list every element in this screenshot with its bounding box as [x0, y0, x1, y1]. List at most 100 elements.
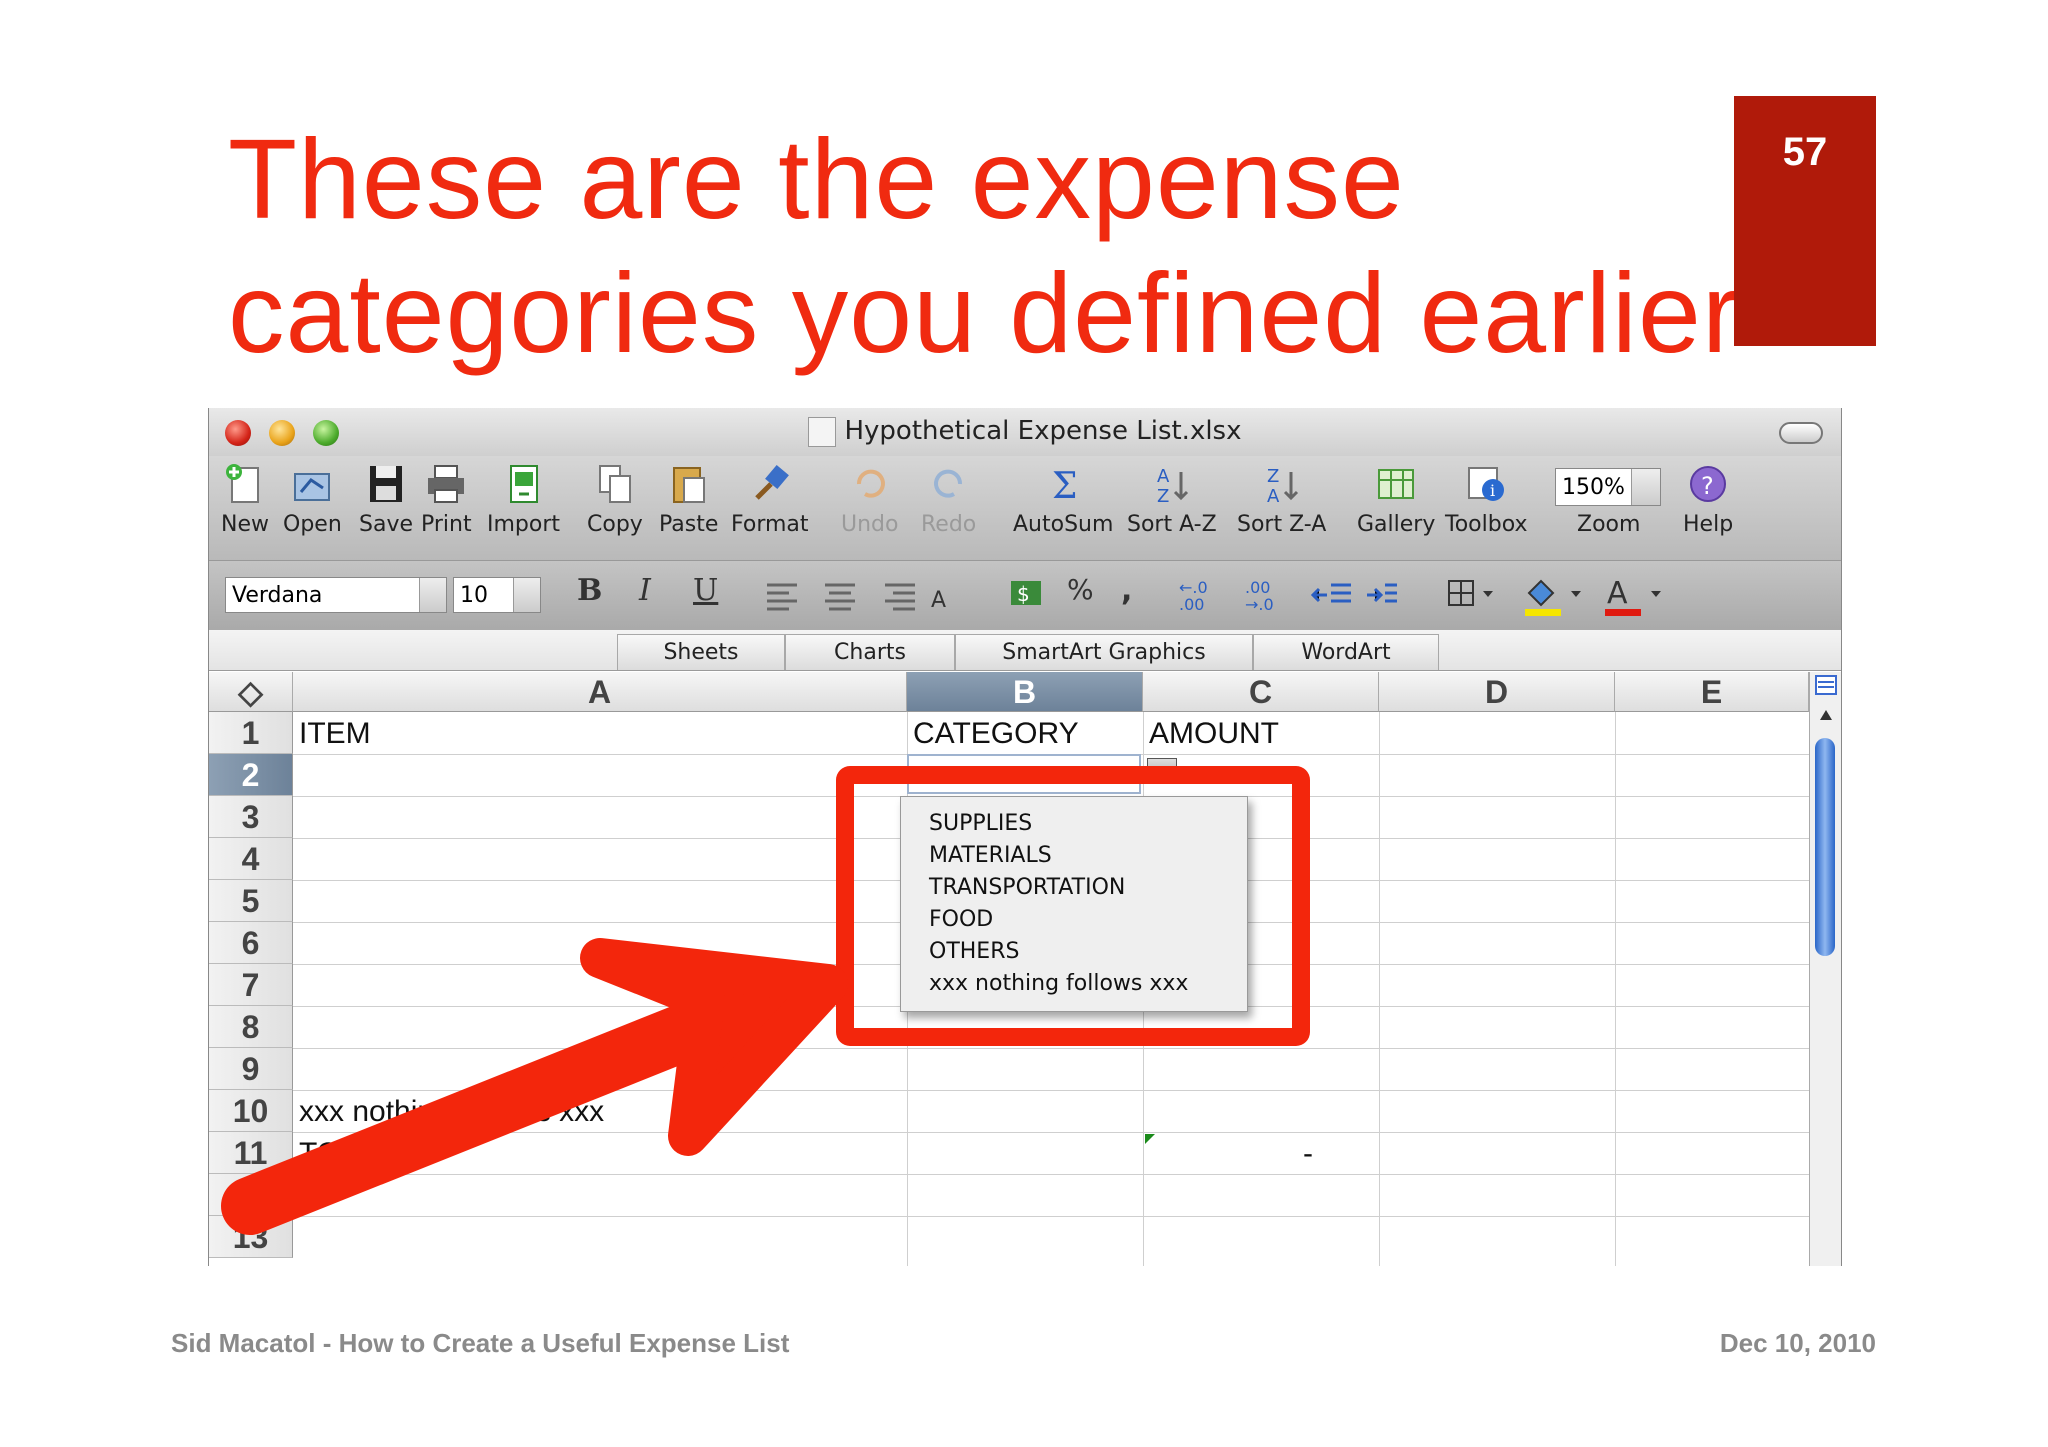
formatting-toolbar: Verdana 10 B I U A $ % , ←.0 .00 .00 →.0… [209, 560, 1841, 631]
error-indicator-icon [1145, 1134, 1155, 1144]
toolbar-open-button[interactable]: Open [283, 462, 342, 537]
cell-a1[interactable]: ITEM [299, 717, 371, 751]
row-header[interactable]: 3 [209, 796, 293, 838]
indent-buttons[interactable] [1309, 577, 1399, 613]
tab-sheets[interactable]: Sheets [617, 634, 785, 670]
row-header[interactable]: 5 [209, 880, 293, 922]
select-all-corner[interactable]: ◇ [209, 672, 293, 712]
row-header[interactable]: 1 [209, 712, 293, 754]
decrease-decimal-button[interactable]: .00 →.0 [1245, 579, 1291, 613]
toolbar-save-button[interactable]: Save [359, 462, 413, 537]
redo-icon [933, 469, 962, 498]
row-header[interactable]: 7 [209, 964, 293, 1006]
bold-button[interactable]: B [577, 573, 602, 608]
toolbar-print-button[interactable]: Print [421, 462, 472, 537]
toolbar-label: Copy [587, 512, 643, 537]
save-disk-icon [370, 466, 402, 502]
cell-a11[interactable]: TOTAL [299, 1137, 393, 1171]
toolbar-new-button[interactable]: New [221, 462, 269, 537]
increase-decimal-button[interactable]: ←.0 .00 [1179, 579, 1225, 613]
toolbar-paste-button[interactable]: Paste [659, 462, 718, 537]
italic-button[interactable]: I [639, 573, 651, 608]
cell-a10[interactable]: xxx nothing follows xxx [299, 1095, 604, 1129]
currency-format-icon[interactable]: $ [1007, 575, 1047, 615]
row-header[interactable]: 12 [209, 1174, 293, 1216]
font-color-icon[interactable]: A [1601, 571, 1667, 619]
toolbar-label: Toolbox [1445, 512, 1528, 537]
toolbar-format-button[interactable]: Format [731, 462, 809, 537]
toolbar-help-button[interactable]: ? Help [1683, 462, 1733, 537]
page-number-badge: 57 [1734, 96, 1876, 346]
cell-c11[interactable]: - [1303, 1137, 1313, 1171]
gridline [1615, 712, 1616, 1266]
svg-text:Z: Z [1267, 466, 1279, 487]
percent-button[interactable]: % [1067, 573, 1094, 606]
chevron-down-icon [419, 578, 446, 612]
underline-button[interactable]: U [693, 573, 718, 608]
comma-button[interactable]: , [1121, 573, 1132, 608]
footer-presentation-title: Sid Macatol - How to Create a Useful Exp… [171, 1328, 790, 1358]
toolbox-icon: i [1468, 467, 1505, 501]
column-header-e[interactable]: E [1615, 672, 1809, 712]
font-size-value: 10 [460, 583, 488, 608]
toolbar-redo-button[interactable]: Redo [921, 462, 976, 537]
printer-icon [428, 465, 465, 503]
vertical-scrollbar[interactable] [1809, 672, 1841, 1266]
row-header[interactable]: 4 [209, 838, 293, 880]
row-header[interactable]: 10 [209, 1090, 293, 1132]
scroll-up-icon[interactable] [1818, 708, 1834, 722]
cell-c1[interactable]: AMOUNT [1149, 717, 1279, 751]
toolbar-label: Zoom [1577, 512, 1641, 537]
cell-b1[interactable]: CATEGORY [913, 717, 1079, 751]
tab-wordart[interactable]: WordArt [1253, 634, 1439, 670]
svg-text:Σ: Σ [1052, 466, 1077, 506]
toolbar-sort-za-button[interactable]: ZA Sort Z-A [1237, 462, 1326, 537]
toolbar-copy-button[interactable]: Copy [587, 462, 643, 537]
toolbar-label: Sort Z-A [1237, 512, 1327, 537]
font-size-select[interactable]: 10 [453, 577, 541, 613]
row-header[interactable]: 6 [209, 922, 293, 964]
alignment-buttons[interactable]: A [761, 579, 961, 613]
open-folder-icon [294, 473, 331, 501]
font-name-value: Verdana [232, 583, 323, 608]
window-titlebar: Hypothetical Expense List.xlsx [209, 408, 1841, 456]
toolbar-toggle-button[interactable] [1779, 422, 1823, 444]
slide-title-line-1: These are the expense [228, 116, 1405, 242]
svg-text:?: ? [1701, 472, 1714, 500]
scrollbar-thumb[interactable] [1815, 738, 1835, 956]
row-header[interactable]: 2 [209, 754, 293, 796]
column-header-c[interactable]: C [1143, 672, 1379, 712]
font-name-select[interactable]: Verdana [225, 577, 447, 613]
svg-text:$: $ [1017, 582, 1030, 606]
row-header[interactable]: 13 [209, 1216, 293, 1258]
gridline [293, 1048, 1809, 1049]
row-header[interactable]: 9 [209, 1048, 293, 1090]
tab-smartart-graphics[interactable]: SmartArt Graphics [955, 634, 1253, 670]
import-icon [509, 465, 538, 503]
toolbar-autosum-button[interactable]: Σ AutoSum [1013, 462, 1113, 537]
copy-icon [598, 465, 631, 503]
tab-charts[interactable]: Charts [785, 634, 955, 670]
borders-icon[interactable] [1445, 575, 1499, 615]
gridline [293, 1132, 1809, 1133]
toolbar-label: AutoSum [1013, 512, 1114, 537]
toolbar-toolbox-button[interactable]: i Toolbox [1445, 462, 1528, 537]
gallery-icon [1378, 469, 1415, 499]
toolbar-import-button[interactable]: Import [487, 462, 560, 537]
gridline [293, 1216, 1809, 1217]
row-header[interactable]: 11 [209, 1132, 293, 1174]
column-header-b[interactable]: B [907, 672, 1143, 712]
format-brush-icon [754, 464, 789, 500]
chevron-down-icon [1631, 469, 1660, 505]
zoom-select[interactable]: 150% [1555, 468, 1661, 506]
toolbar-label: Paste [659, 512, 719, 537]
slide-title: These are the expense categories you def… [228, 112, 1739, 380]
toolbar-sort-az-button[interactable]: AZ Sort A-Z [1127, 462, 1217, 537]
toolbar-gallery-button[interactable]: Gallery [1357, 462, 1435, 537]
fill-color-icon[interactable] [1521, 571, 1587, 619]
row-header[interactable]: 8 [209, 1006, 293, 1048]
toolbar-undo-button[interactable]: Undo [841, 462, 898, 537]
toolbar-label: Undo [841, 512, 899, 537]
column-header-d[interactable]: D [1379, 672, 1615, 712]
column-header-a[interactable]: A [293, 672, 907, 712]
